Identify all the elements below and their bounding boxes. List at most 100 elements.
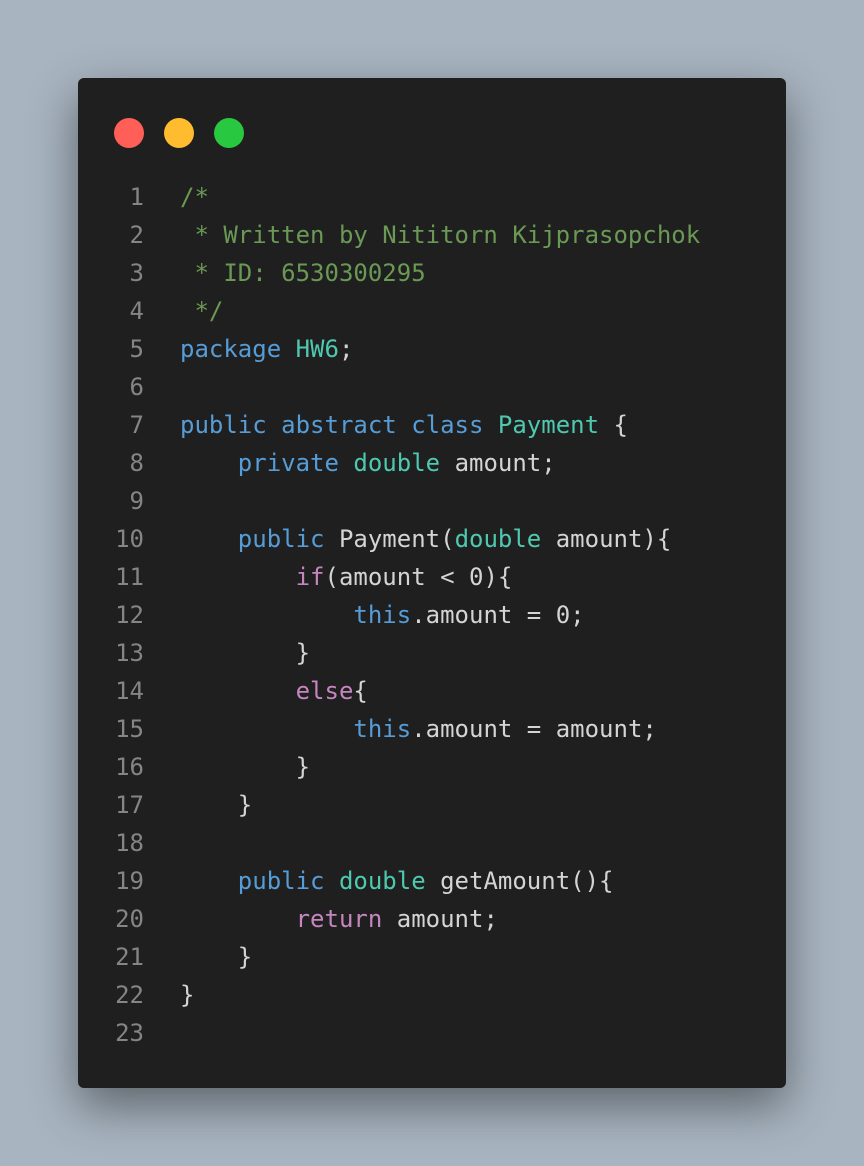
code-line: 9 bbox=[78, 482, 786, 520]
code-line: 15 this.amount = amount; bbox=[78, 710, 786, 748]
line-number: 8 bbox=[129, 449, 144, 477]
code-token: (){ bbox=[570, 867, 614, 895]
code-token: } bbox=[180, 753, 311, 781]
code-token: = bbox=[512, 715, 556, 743]
code-token: ){ bbox=[483, 563, 513, 591]
line-number: 14 bbox=[115, 677, 144, 705]
code-window: 1 /* 2 * Written by Nititorn Kijprasopchok… bbox=[78, 78, 786, 1088]
code-token: return bbox=[295, 905, 383, 933]
code-line: 10 public Payment(double amount){ bbox=[78, 520, 786, 558]
line-number: 18 bbox=[115, 829, 144, 857]
line-source: * ID: 6530300295 bbox=[180, 254, 426, 292]
code-line: 20 return amount; bbox=[78, 900, 786, 938]
line-number: 13 bbox=[115, 639, 144, 667]
line-source: */ bbox=[180, 292, 223, 330]
code-token: class bbox=[411, 411, 484, 439]
code-token: * ID: 6530300295 bbox=[180, 259, 426, 287]
code-token: * Written by Nititorn Kijprasopchok bbox=[180, 221, 701, 249]
code-token: amount bbox=[555, 715, 643, 743]
code-token: { bbox=[353, 677, 368, 705]
code-token: amount bbox=[425, 715, 513, 743]
code-line: 3 * ID: 6530300295 bbox=[78, 254, 786, 292]
code-line: 7 public abstract class Payment { bbox=[78, 406, 786, 444]
code-token: public bbox=[180, 411, 267, 439]
line-source: return amount; bbox=[180, 900, 498, 938]
code-token: < bbox=[425, 563, 470, 591]
line-number: 6 bbox=[129, 373, 144, 401]
line-source: } bbox=[180, 786, 252, 824]
line-source: public Payment(double amount){ bbox=[180, 520, 672, 558]
code-token: } bbox=[180, 943, 253, 971]
code-token: . bbox=[411, 601, 426, 629]
line-number: 21 bbox=[115, 943, 144, 971]
code-line: 18 bbox=[78, 824, 786, 862]
code-line: 2 * Written by Nititorn Kijprasopchok bbox=[78, 216, 786, 254]
code-line: 5 package HW6; bbox=[78, 330, 786, 368]
code-token: else bbox=[295, 677, 354, 705]
code-token: amount bbox=[338, 563, 426, 591]
close-dot-icon[interactable] bbox=[114, 118, 144, 148]
code-line: 21 } bbox=[78, 938, 786, 976]
code-token: public bbox=[237, 867, 325, 895]
code-token: ; bbox=[642, 715, 657, 743]
line-number: 4 bbox=[129, 297, 144, 325]
code-line: 13 } bbox=[78, 634, 786, 672]
code-line: 8 private double amount; bbox=[78, 444, 786, 482]
code-token: = bbox=[512, 601, 556, 629]
code-token: HW6 bbox=[295, 335, 339, 363]
line-number: 10 bbox=[115, 525, 144, 553]
code-line: 14 else{ bbox=[78, 672, 786, 710]
code-token: this bbox=[353, 715, 412, 743]
code-token: ( bbox=[440, 525, 455, 553]
line-source: private double amount; bbox=[180, 444, 556, 482]
line-source: } bbox=[180, 748, 310, 786]
code-token: amount bbox=[555, 525, 643, 553]
code-token: ; bbox=[570, 601, 585, 629]
maximize-dot-icon[interactable] bbox=[214, 118, 244, 148]
code-token: amount bbox=[396, 905, 484, 933]
code-line: 17 } bbox=[78, 786, 786, 824]
line-source: } bbox=[180, 938, 252, 976]
line-number: 2 bbox=[129, 221, 144, 249]
line-number: 5 bbox=[129, 335, 144, 363]
code-token: } bbox=[180, 981, 195, 1009]
line-number: 1 bbox=[129, 183, 144, 211]
code-line: 16 } bbox=[78, 748, 786, 786]
code-token: ; bbox=[338, 335, 354, 363]
code-token: if bbox=[295, 563, 325, 591]
line-source: else{ bbox=[180, 672, 368, 710]
code-line: 6 bbox=[78, 368, 786, 406]
code-token: ; bbox=[541, 449, 556, 477]
code-token: amount bbox=[454, 449, 542, 477]
code-token: */ bbox=[180, 297, 224, 325]
line-source: this.amount = 0; bbox=[180, 596, 585, 634]
code-line: 12 this.amount = 0; bbox=[78, 596, 786, 634]
line-number: 3 bbox=[129, 259, 144, 287]
code-line: 4 */ bbox=[78, 292, 786, 330]
code-token: ( bbox=[324, 563, 339, 591]
code-token: this bbox=[353, 601, 412, 629]
code-token: abstract bbox=[281, 411, 397, 439]
window-controls bbox=[114, 118, 244, 148]
code-block: 1 /* 2 * Written by Nititorn Kijprasopchok… bbox=[78, 178, 786, 1052]
line-number: 9 bbox=[129, 487, 144, 515]
line-number: 20 bbox=[115, 905, 144, 933]
code-token: double bbox=[353, 449, 441, 477]
code-token: double bbox=[338, 867, 426, 895]
code-token: } bbox=[180, 639, 311, 667]
minimize-dot-icon[interactable] bbox=[164, 118, 194, 148]
code-line: 19 public double getAmount(){ bbox=[78, 862, 786, 900]
